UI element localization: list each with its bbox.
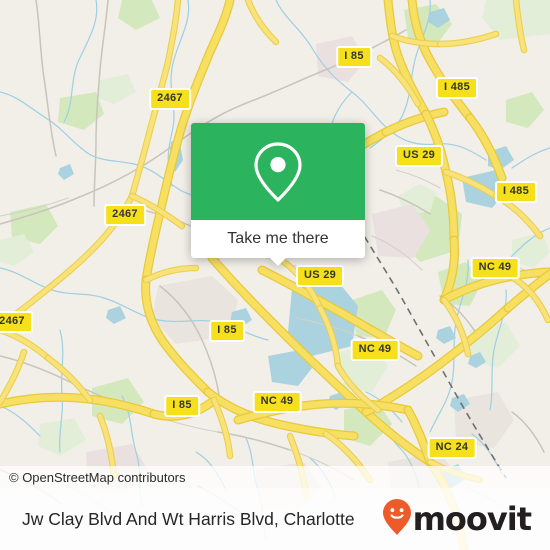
road-shield-2467-west: 2467 bbox=[104, 204, 146, 226]
card-pointer-tail bbox=[269, 257, 287, 266]
road-shield-2467-north: 2467 bbox=[149, 88, 191, 110]
road-shield-i85-center: I 85 bbox=[209, 320, 245, 342]
road-shield-nc49-center: NC 49 bbox=[350, 339, 400, 361]
road-shield-i485-east: I 485 bbox=[495, 181, 537, 203]
moovit-wordmark: moovit bbox=[412, 500, 532, 538]
road-shield-nc24-southeast: NC 24 bbox=[427, 437, 477, 459]
moovit-brand[interactable]: moovit bbox=[382, 498, 550, 541]
road-shield-2467-southwest: 2467 bbox=[0, 311, 33, 333]
take-me-there-card[interactable]: Take me there bbox=[191, 123, 365, 266]
road-shield-us29-center: US 29 bbox=[295, 265, 345, 287]
map-screenshot: .water{fill:none;stroke:#9ecfe2;stroke-w… bbox=[0, 0, 550, 550]
footer-bar: Jw Clay Blvd And Wt Harris Blvd, Charlot… bbox=[0, 488, 550, 550]
road-shield-nc49-east: NC 49 bbox=[470, 257, 520, 279]
card-green-panel bbox=[191, 123, 365, 220]
road-shield-i485-northeast: I 485 bbox=[436, 77, 478, 99]
road-shield-i85-southwest: I 85 bbox=[164, 395, 200, 417]
road-shield-i85-north: I 85 bbox=[336, 46, 372, 68]
location-title: Jw Clay Blvd And Wt Harris Blvd, Charlot… bbox=[22, 508, 355, 529]
openstreetmap-attribution[interactable]: © OpenStreetMap contributors bbox=[0, 470, 186, 485]
moovit-smiley-pin-icon bbox=[382, 498, 412, 541]
location-pin-icon bbox=[252, 141, 304, 203]
card-cta-panel[interactable]: Take me there bbox=[191, 220, 365, 258]
road-shield-nc49-south: NC 49 bbox=[252, 391, 302, 413]
road-shield-us29-east: US 29 bbox=[394, 145, 444, 167]
take-me-there-label: Take me there bbox=[227, 230, 329, 247]
map-attribution-bar: © OpenStreetMap contributors bbox=[0, 466, 550, 488]
